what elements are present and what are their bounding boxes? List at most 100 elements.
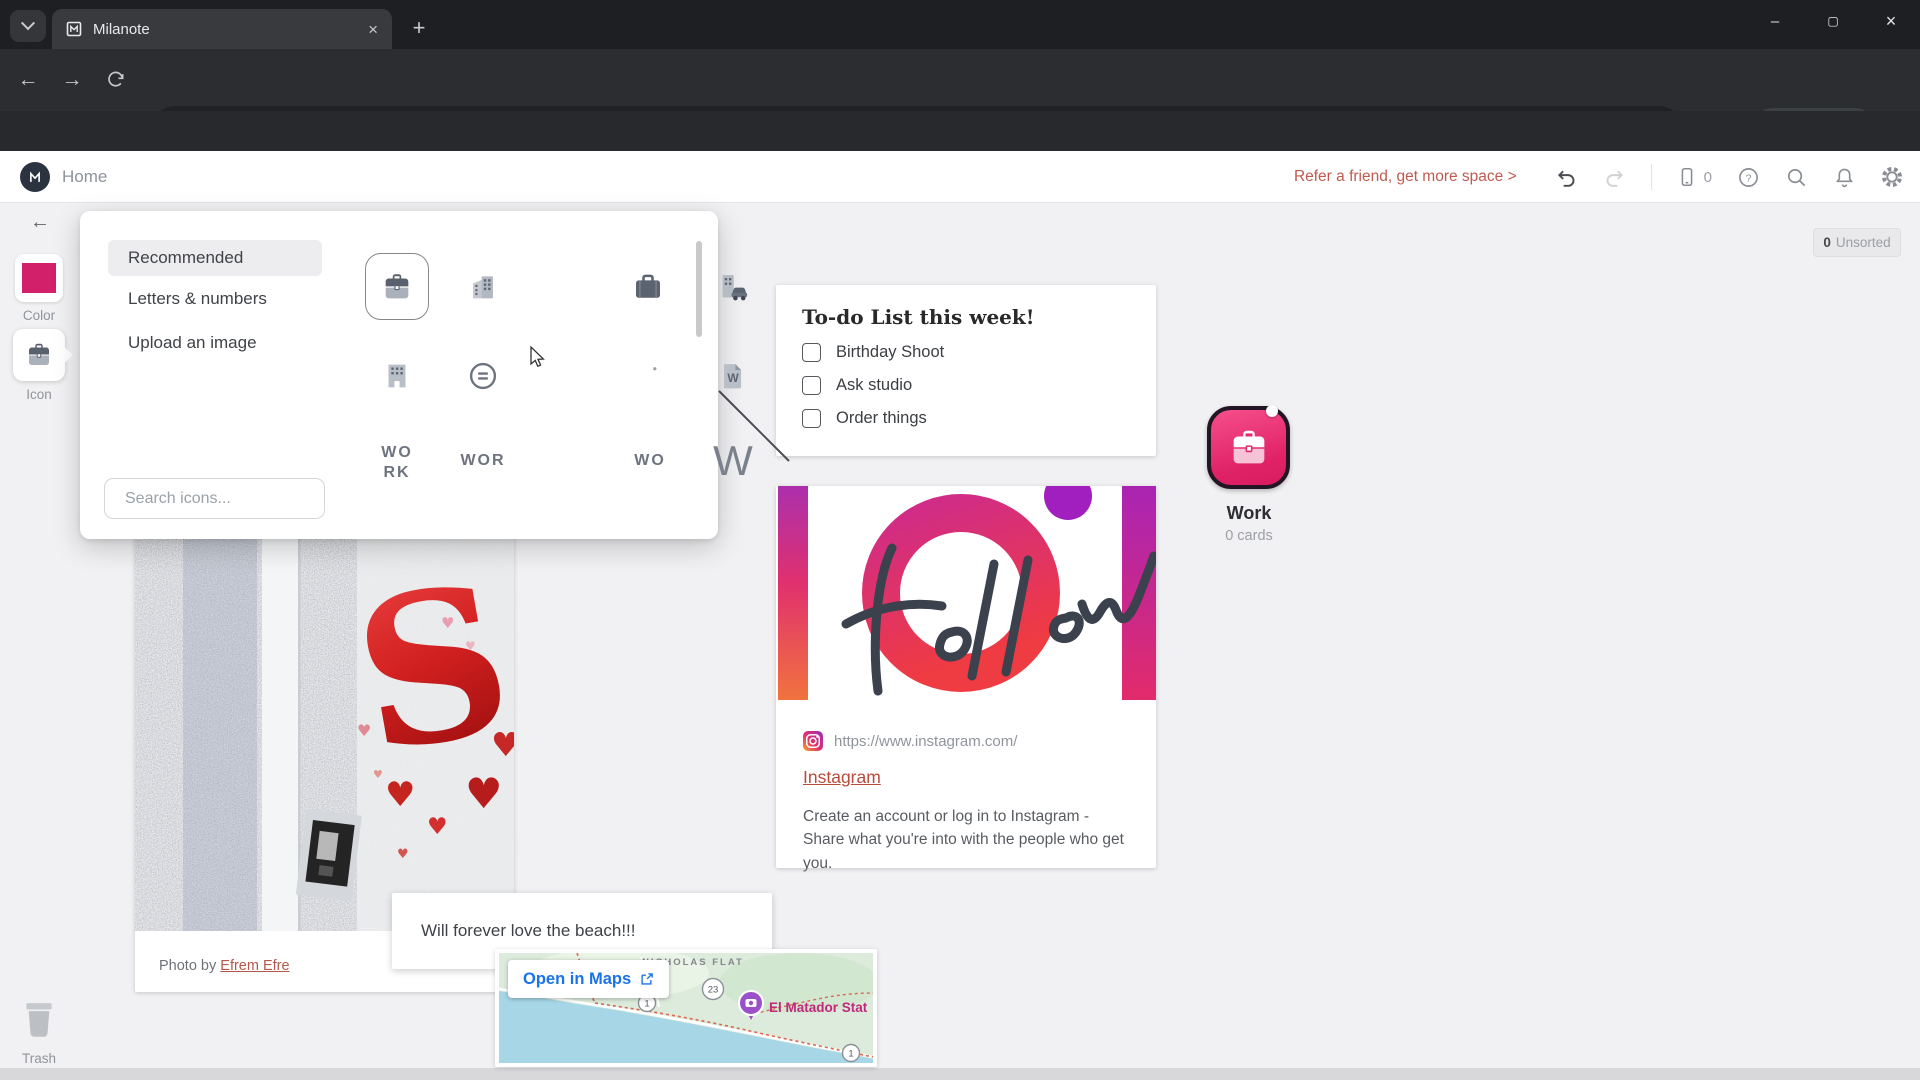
briefcase-icon [24, 340, 54, 370]
checkbox-order-things[interactable] [802, 409, 821, 428]
milanote-logo[interactable] [20, 162, 50, 192]
office-building-icon [466, 270, 500, 304]
instagram-url: https://www.instagram.com/ [834, 733, 1017, 750]
undo-button[interactable] [1555, 165, 1579, 189]
sidebar-item-color[interactable]: Color [0, 254, 78, 323]
work-board-card-count: 0 cards [1178, 528, 1320, 544]
notifications-button[interactable] [1832, 165, 1856, 189]
map-place-label: El Matador Stat [769, 1000, 868, 1015]
gear-icon [1880, 165, 1904, 189]
photo-credit: Photo by Efrem Efre [159, 958, 290, 974]
work-briefcase-icon [1226, 425, 1272, 471]
new-tab-button[interactable]: + [404, 13, 434, 43]
svg-text:♥: ♥ [357, 721, 371, 740]
picker-menu-letters-numbers[interactable]: Letters & numbers [108, 281, 322, 317]
unsorted-badge[interactable]: 0 Unsorted [1813, 228, 1901, 257]
reload-icon [106, 70, 126, 90]
picker-menu-recommended[interactable]: Recommended [108, 240, 322, 276]
briefcase-icon [380, 270, 414, 304]
picker-icon-office-building[interactable] [451, 253, 515, 320]
browser-tab-milanote[interactable]: Milanote × [52, 9, 392, 49]
checkbox-ask-studio[interactable] [802, 376, 821, 395]
popup-scrollbar-thumb[interactable] [696, 241, 702, 337]
trash-label: Trash [0, 1051, 78, 1066]
settings-button[interactable] [1880, 165, 1904, 189]
todo-card[interactable]: To-do List this week! Birthday Shoot Ask… [776, 285, 1156, 456]
browser-back-button[interactable]: ← [6, 58, 50, 102]
todo-title: To-do List this week! [802, 305, 1130, 329]
icon-search-box[interactable] [104, 478, 325, 519]
sidebar-item-icon[interactable]: Icon [0, 329, 78, 402]
work-board-title[interactable]: Work [1178, 503, 1320, 524]
sidebar-item-trash[interactable]: Trash [0, 998, 78, 1066]
milanote-app-window: Milanote × + – ▢ × ← → app.milanote.com/… [0, 0, 1920, 1080]
instagram-link-title[interactable]: Instagram [803, 767, 881, 788]
svg-text:23: 23 [708, 985, 719, 996]
apartment-icon [380, 359, 414, 393]
picker-icon-briefcase-selected[interactable] [365, 253, 429, 320]
window-minimize-button[interactable]: – [1746, 0, 1804, 42]
browser-forward-button[interactable]: → [50, 58, 94, 102]
sidebar-back-button[interactable]: ← [26, 208, 54, 236]
picker-icon-equals-circle[interactable] [451, 342, 515, 409]
work-board-tile[interactable] [1207, 406, 1290, 489]
canvas-bottom-scrollbar[interactable] [0, 1068, 1920, 1080]
window-controls: – ▢ × [1746, 0, 1920, 42]
svg-text:1: 1 [644, 999, 649, 1010]
picker-icon-suitcase[interactable] [616, 253, 680, 320]
picker-letter-wor[interactable]: WOR [450, 451, 516, 471]
picker-letter-wo[interactable]: WO [617, 451, 683, 471]
svg-text:♥: ♥ [385, 775, 415, 815]
document-w-icon: W [716, 359, 750, 393]
refer-friend-link[interactable]: Refer a friend, get more space > [1294, 168, 1517, 186]
checkbox-birthday-shoot[interactable] [802, 343, 821, 362]
svg-text:W: W [727, 371, 739, 385]
picker-letter-w[interactable]: W [700, 435, 766, 488]
svg-text:♥: ♥ [441, 614, 454, 632]
export-to-phone-button[interactable]: 0 [1676, 166, 1712, 188]
board-title: Home [62, 167, 107, 187]
instagram-link-card[interactable]: https://www.instagram.com/ Instagram Cre… [776, 486, 1156, 868]
bell-icon [1833, 166, 1856, 189]
tab-search-chevron-button[interactable] [10, 10, 46, 42]
open-in-maps-label: Open in Maps [523, 970, 631, 989]
window-maximize-button[interactable]: ▢ [1804, 0, 1862, 42]
work-board-selection-dot [1266, 405, 1278, 417]
squiggle-icon [632, 358, 668, 394]
instagram-follow-drawing [776, 486, 1156, 700]
car-building-icon [715, 269, 751, 305]
todo-item-label: Birthday Shoot [836, 343, 944, 362]
instagram-icon [803, 731, 823, 751]
svg-text:?: ? [1745, 172, 1751, 184]
help-button[interactable]: ? [1736, 165, 1760, 189]
picker-icon-car-building[interactable] [701, 253, 765, 320]
icon-search-input[interactable] [125, 490, 332, 508]
picker-menu-upload-image[interactable]: Upload an image [108, 325, 322, 361]
help-icon: ? [1737, 166, 1760, 189]
svg-text:♥: ♥ [465, 769, 503, 818]
map-card[interactable]: Open in Maps NICHOLAS FLAT 23 1 [495, 949, 877, 1067]
external-link-icon [639, 972, 654, 987]
svg-text:1: 1 [848, 1049, 853, 1060]
open-in-maps-button[interactable]: Open in Maps [508, 960, 669, 998]
window-close-button[interactable]: × [1862, 0, 1920, 42]
color-swatch-card[interactable] [15, 254, 63, 302]
header-actions: Refer a friend, get more space > 0 ? [1294, 151, 1904, 203]
tab-close-button[interactable]: × [368, 21, 378, 38]
picker-icon-document-w[interactable]: W [701, 342, 765, 409]
picker-letter-work[interactable]: WORK [364, 443, 430, 483]
phone-icon [1676, 166, 1698, 188]
tab-title: Milanote [93, 21, 368, 38]
unsorted-label: Unsorted [1836, 235, 1891, 250]
browser-reload-button[interactable] [94, 58, 138, 102]
instagram-url-row: https://www.instagram.com/ [803, 731, 1129, 751]
svg-text:♥: ♥ [427, 814, 448, 840]
picker-icon-apartment[interactable] [365, 342, 429, 409]
icon-card-selected[interactable] [13, 329, 65, 381]
todo-item: Birthday Shoot [802, 343, 1130, 362]
map-route-shield-23: 23 [703, 979, 724, 1000]
picker-icon-squiggle[interactable] [618, 342, 682, 409]
photo-credit-link[interactable]: Efrem Efre [220, 958, 289, 974]
redo-button[interactable] [1603, 165, 1627, 189]
search-button[interactable] [1784, 165, 1808, 189]
